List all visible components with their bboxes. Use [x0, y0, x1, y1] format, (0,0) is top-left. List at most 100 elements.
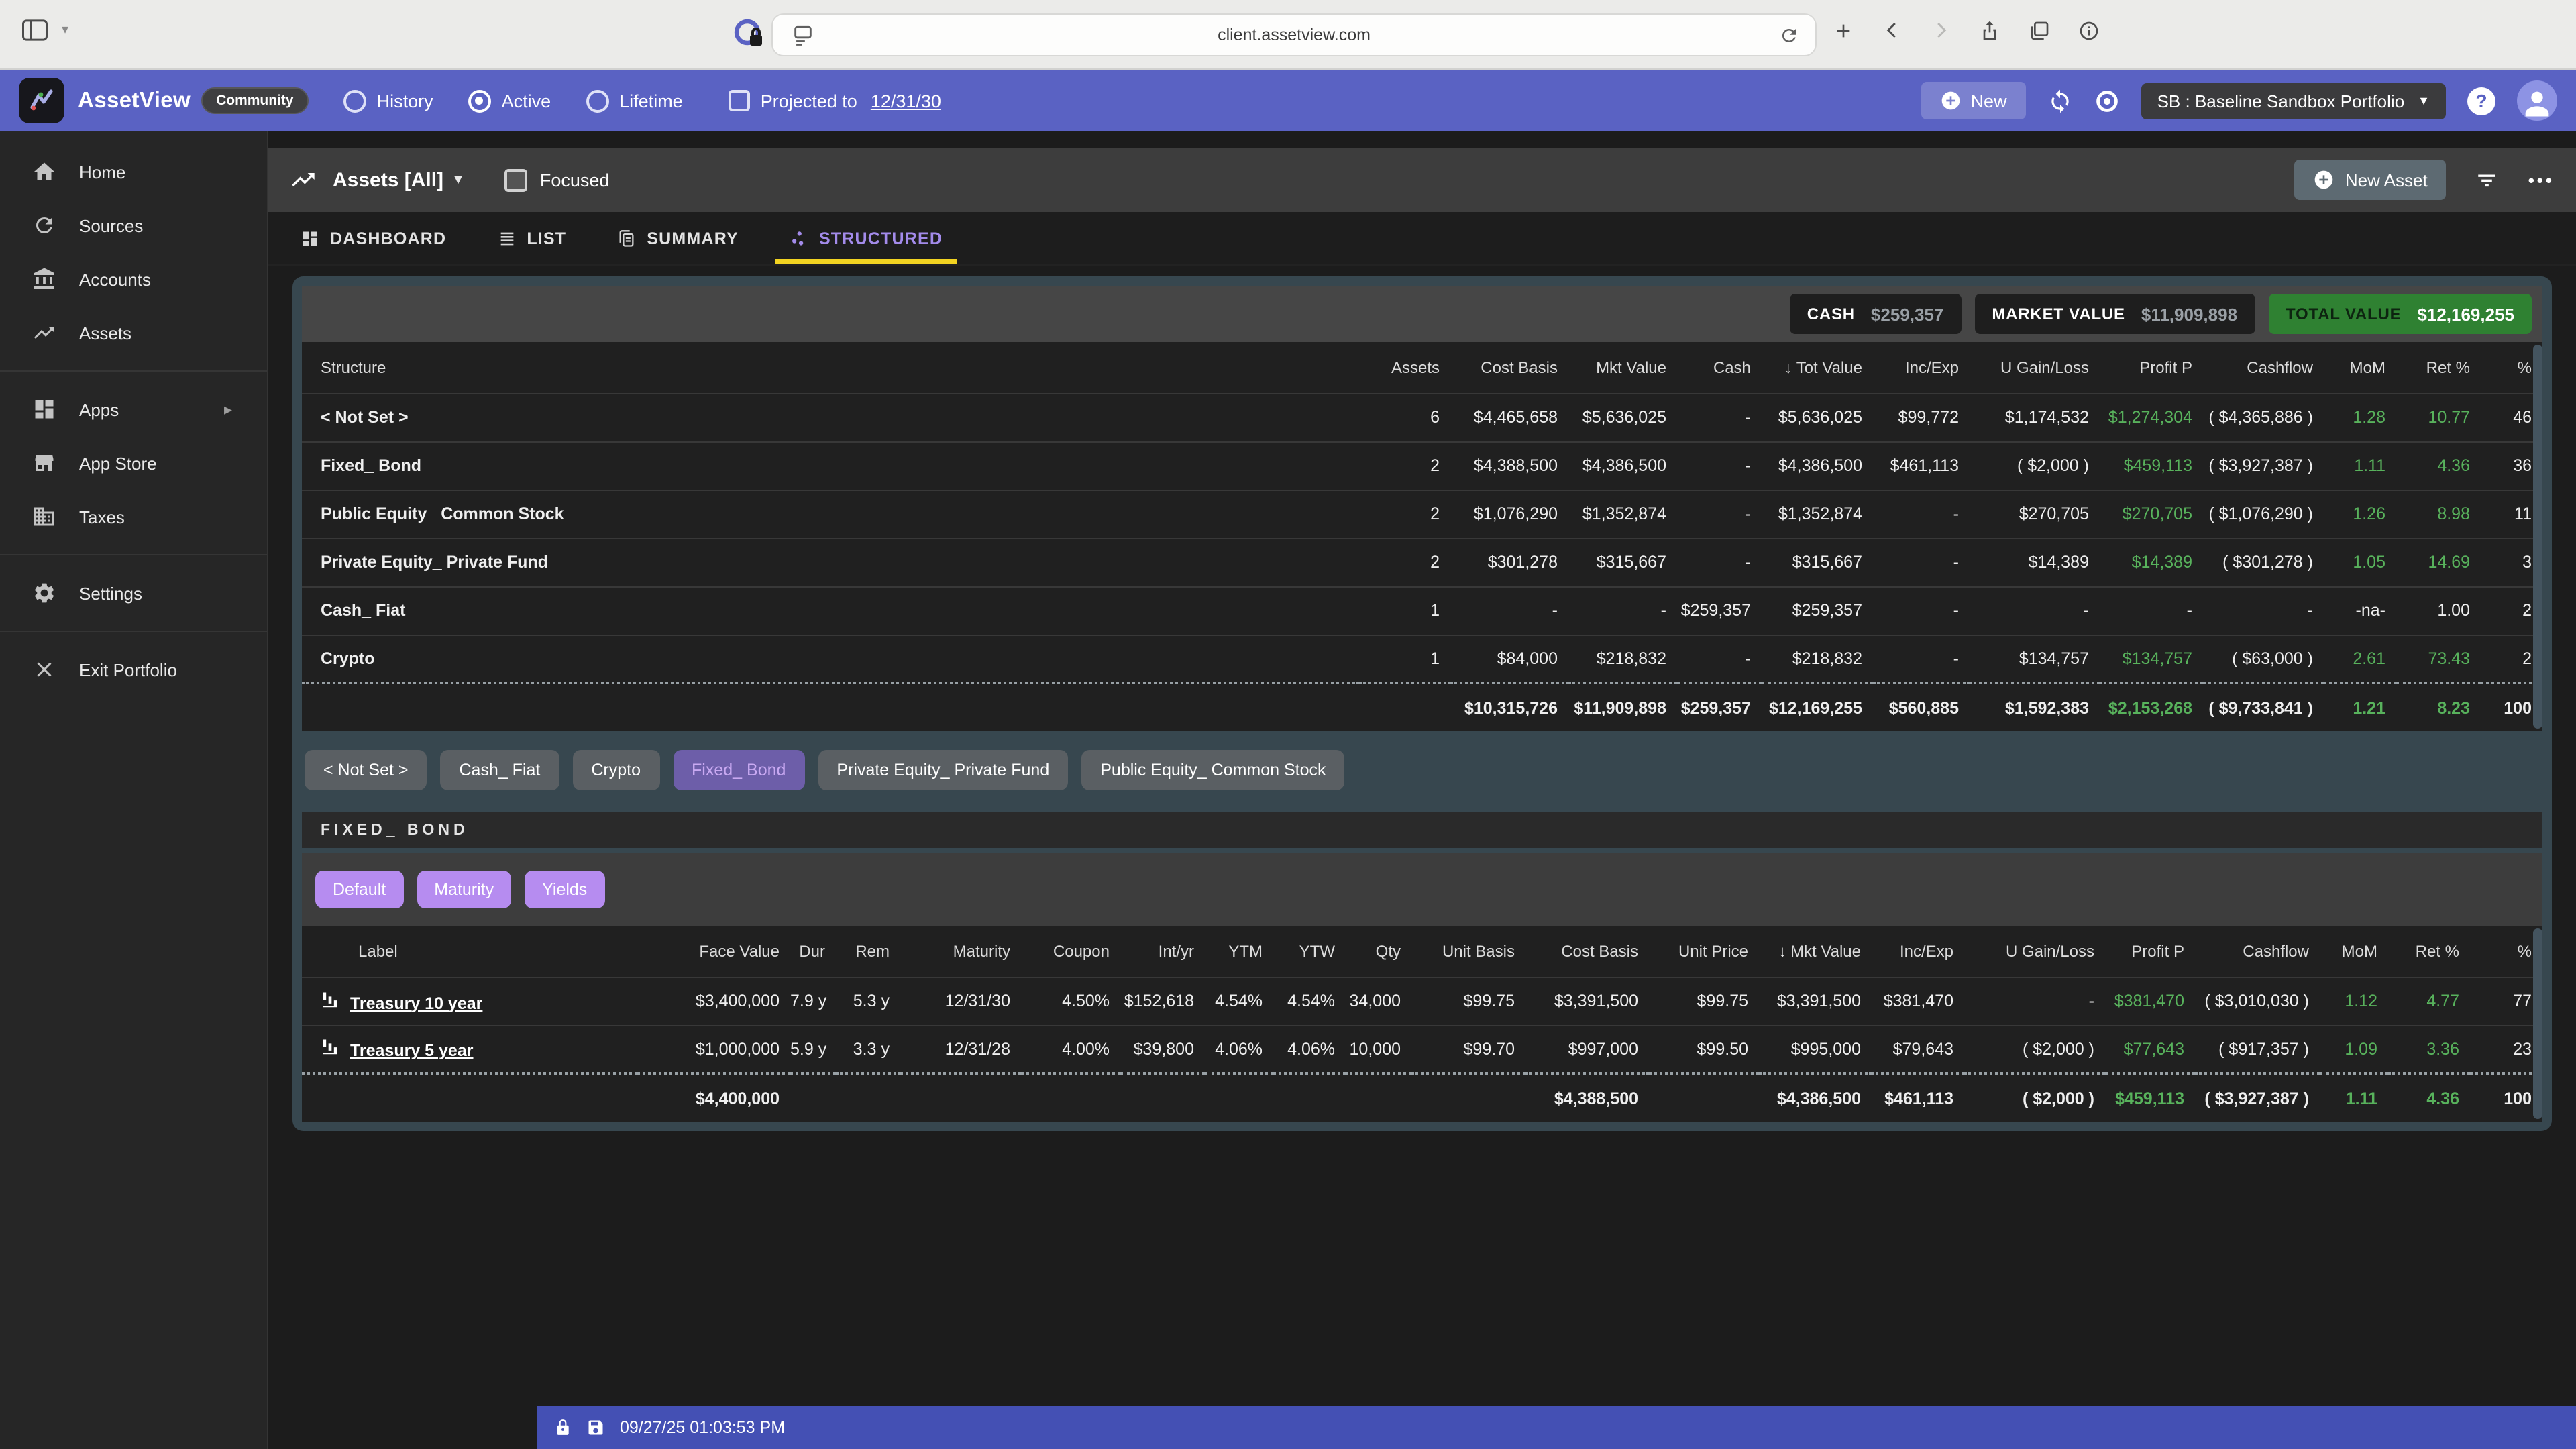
column-header[interactable]: Profit P [2100, 342, 2203, 393]
column-header[interactable]: Unit Basis [1411, 926, 1525, 977]
back-icon[interactable] [1882, 20, 1902, 40]
checkbox-icon[interactable] [505, 168, 528, 191]
column-header[interactable]: Ret % [2388, 926, 2470, 977]
column-header[interactable]: Coupon [1021, 926, 1120, 977]
sidebar-item-sources[interactable]: Sources [0, 199, 267, 252]
table-row[interactable]: Treasury 10 year $3,400,0007.9 y5.3 y12/… [302, 977, 2542, 1025]
column-header[interactable]: Structure [302, 342, 1359, 393]
column-header[interactable]: Cost Basis [1525, 926, 1649, 977]
maturity-view-button[interactable]: Maturity [417, 871, 511, 908]
table-row[interactable]: Treasury 5 year $1,000,0005.9 y3.3 y12/3… [302, 1025, 2542, 1073]
yields-view-button[interactable]: Yields [525, 871, 604, 908]
column-header[interactable]: Maturity [900, 926, 1021, 977]
column-header[interactable]: MoM [2320, 926, 2388, 977]
page-title[interactable]: Assets [All] [333, 168, 443, 191]
column-header[interactable]: Inc/Exp [1872, 926, 1964, 977]
column-header[interactable]: YTW [1273, 926, 1346, 977]
column-header[interactable]: Mkt Value [1568, 342, 1677, 393]
new-asset-button[interactable]: New Asset [2294, 160, 2447, 200]
portfolio-selector[interactable]: SB : Baseline Sandbox Portfolio▼ [2141, 83, 2446, 119]
table-row[interactable]: Cash_ Fiat 1--$259,357$259,357-----na-1.… [302, 586, 2542, 635]
column-header-sorted[interactable]: ↓Mkt Value [1759, 926, 1872, 977]
sidebar-item-assets[interactable]: Assets [0, 306, 267, 360]
column-header[interactable]: Face Value [637, 926, 790, 977]
info-icon[interactable] [2078, 19, 2100, 41]
column-header[interactable]: Label [302, 926, 637, 977]
scrollbar[interactable] [2533, 928, 2542, 1119]
table-row[interactable]: Crypto 1$84,000$218,832-$218,832-$134,75… [302, 635, 2542, 683]
column-header[interactable]: Dur [790, 926, 836, 977]
help-icon[interactable]: ? [2467, 87, 2496, 115]
scrollbar[interactable] [2533, 345, 2542, 729]
sidebar-item-exit-portfolio[interactable]: Exit Portfolio [0, 643, 267, 696]
sidebar-item-accounts[interactable]: Accounts [0, 252, 267, 306]
projected-toggle[interactable]: Projected to [729, 90, 857, 111]
sidebar-item-app-store[interactable]: App Store [0, 436, 267, 490]
radio-icon[interactable] [586, 89, 608, 112]
column-header-sorted[interactable]: ↓Tot Value [1762, 342, 1873, 393]
mode-history[interactable]: History [343, 89, 433, 112]
column-header[interactable]: Profit P [2105, 926, 2195, 977]
column-header[interactable]: Inc/Exp [1873, 342, 1970, 393]
chevron-down-icon[interactable]: ▾ [62, 23, 68, 38]
chevron-down-icon[interactable]: ▼ [451, 172, 465, 187]
table-row[interactable]: < Not Set > 6$4,465,658$5,636,025-$5,636… [302, 393, 2542, 441]
column-header[interactable]: % [2470, 926, 2542, 977]
target-icon[interactable] [2094, 88, 2120, 113]
sidebar-item-home[interactable]: Home [0, 145, 267, 199]
column-header[interactable]: YTM [1205, 926, 1273, 977]
url-bar[interactable]: client.assetview.com [771, 13, 1817, 56]
mode-lifetime[interactable]: Lifetime [586, 89, 683, 112]
chip-public-equity[interactable]: Public Equity_ Common Stock [1081, 750, 1344, 790]
sync-icon[interactable] [2047, 88, 2073, 113]
bond-link[interactable]: Treasury 10 year [350, 994, 482, 1012]
tab-overview-icon[interactable] [2029, 19, 2050, 41]
more-options-icon[interactable]: ••• [2528, 170, 2555, 190]
new-tab-icon[interactable] [1833, 19, 1854, 41]
filter-icon[interactable] [2476, 168, 2499, 191]
chip-cash-fiat[interactable]: Cash_ Fiat [440, 750, 559, 790]
table-row[interactable]: Fixed_ Bond 2$4,388,500$4,386,500-$4,386… [302, 441, 2542, 490]
column-header[interactable]: Cashflow [2203, 342, 2324, 393]
checkbox-icon[interactable] [729, 90, 750, 111]
forward-icon[interactable] [1931, 20, 1951, 40]
site-lock-badge-icon[interactable] [733, 17, 765, 50]
tab-summary[interactable]: SUMMARY [604, 212, 752, 264]
app-logo[interactable] [19, 78, 64, 123]
tab-list[interactable]: LIST [484, 212, 580, 264]
projected-date-link[interactable]: 12/31/30 [871, 91, 941, 111]
reader-view-icon[interactable] [792, 24, 814, 47]
column-header[interactable]: Cashflow [2195, 926, 2320, 977]
column-header[interactable]: Unit Price [1649, 926, 1759, 977]
column-header[interactable]: Cost Basis [1450, 342, 1568, 393]
column-header[interactable]: U Gain/Loss [1970, 342, 2100, 393]
sidebar-item-taxes[interactable]: Taxes [0, 490, 267, 543]
share-icon[interactable] [1979, 19, 2000, 42]
column-header[interactable]: U Gain/Loss [1964, 926, 2105, 977]
column-header[interactable]: Qty [1346, 926, 1411, 977]
tab-dashboard[interactable]: DASHBOARD [287, 212, 460, 264]
mode-active[interactable]: Active [468, 89, 551, 112]
chip-not-set[interactable]: < Not Set > [305, 750, 427, 790]
avatar[interactable] [2517, 80, 2557, 121]
column-header[interactable]: Int/yr [1120, 926, 1205, 977]
radio-selected-icon[interactable] [468, 89, 491, 112]
table-row[interactable]: Public Equity_ Common Stock 2$1,076,290$… [302, 490, 2542, 538]
column-header[interactable]: Rem [836, 926, 900, 977]
new-button[interactable]: New [1921, 82, 2026, 119]
sidebar-item-settings[interactable]: Settings [0, 566, 267, 620]
chip-private-equity[interactable]: Private Equity_ Private Fund [818, 750, 1068, 790]
tab-structured[interactable]: STRUCTURED [776, 212, 956, 264]
column-header[interactable]: MoM [2324, 342, 2396, 393]
chip-fixed-bond[interactable]: Fixed_ Bond [673, 750, 804, 790]
column-header[interactable]: Cash [1677, 342, 1762, 393]
focused-toggle[interactable]: Focused [505, 168, 610, 191]
radio-icon[interactable] [343, 89, 366, 112]
default-view-button[interactable]: Default [315, 871, 403, 908]
column-header[interactable]: Ret % [2396, 342, 2481, 393]
reload-icon[interactable] [1779, 25, 1799, 46]
browser-sidebar-toggle-icon[interactable] [21, 19, 48, 42]
sidebar-item-apps[interactable]: Apps▸ [0, 382, 267, 436]
column-header[interactable]: Assets [1359, 342, 1450, 393]
chip-crypto[interactable]: Crypto [572, 750, 659, 790]
